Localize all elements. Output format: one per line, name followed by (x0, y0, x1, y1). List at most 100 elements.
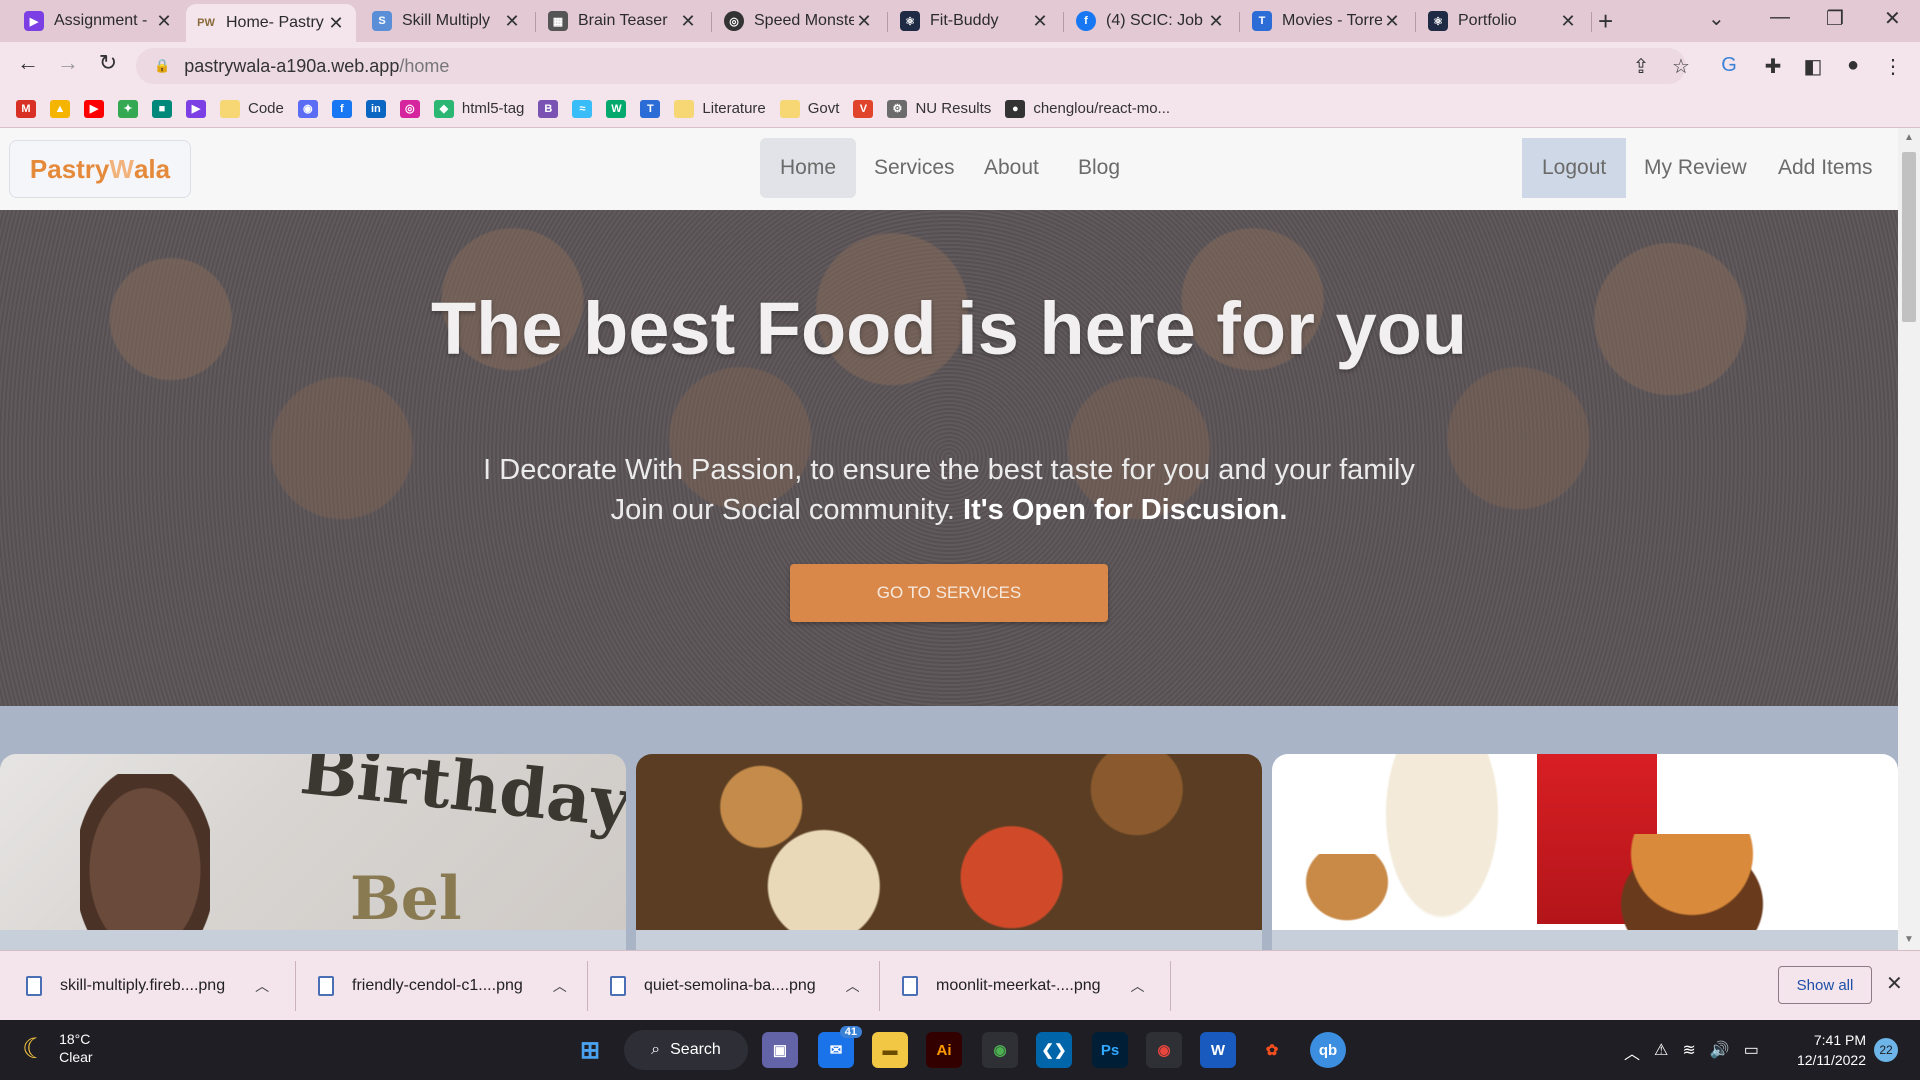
nav-home[interactable]: Home (760, 138, 857, 198)
wifi-icon[interactable]: ≋ (1682, 1040, 1695, 1064)
clock[interactable]: 7:41 PM 12/11/2022 (1776, 1030, 1866, 1070)
battery-icon[interactable]: ▭ (1744, 1040, 1759, 1064)
bookmark-item[interactable]: ◎ (399, 99, 420, 118)
address-bar[interactable]: 🔒 pastrywala-a190a.web.app/home (136, 48, 1686, 84)
page-scrollbar[interactable]: ▲ ▼ (1898, 128, 1920, 950)
update-alert-icon[interactable]: ⚠ (1654, 1040, 1668, 1064)
bookmark-item[interactable]: f (331, 99, 352, 118)
fast-food-card[interactable] (1272, 754, 1898, 950)
notification-badge[interactable]: 22 (1874, 1038, 1898, 1062)
vscode-icon[interactable]: ❮❯ (1036, 1032, 1072, 1068)
weather-widget[interactable]: ☾ 18°C Clear (22, 1030, 93, 1066)
bookmark-item[interactable]: ▶ (186, 99, 206, 118)
word-icon[interactable]: W (1200, 1032, 1236, 1068)
photoshop-icon[interactable]: Ps (1092, 1032, 1128, 1068)
tab-movies[interactable]: T Movies - Torre ✕ (1242, 4, 1412, 38)
download-item[interactable]: skill-multiply.fireb....png ︿ (26, 951, 269, 1021)
bookmark-item[interactable]: ◆ html5-tag (433, 99, 524, 118)
chevron-up-icon[interactable]: ︿ (255, 976, 269, 996)
brand-logo[interactable]: Pastry Wala (9, 140, 191, 198)
scroll-thumb[interactable] (1902, 152, 1916, 322)
bookmark-item[interactable]: V (853, 99, 874, 118)
share-icon[interactable]: ⇪ (1628, 54, 1654, 79)
window-close-icon[interactable]: ✕ (1884, 6, 1901, 31)
close-icon[interactable]: ✕ (678, 11, 698, 32)
chevron-up-icon[interactable]: ︿ (1131, 976, 1145, 996)
volume-icon[interactable]: 🔊 (1710, 1040, 1730, 1064)
download-item[interactable]: moonlit-meerkat-....png ︿ (902, 951, 1145, 1021)
nav-services[interactable]: Services (854, 138, 975, 198)
forward-icon[interactable]: → (52, 50, 84, 76)
bookmark-item[interactable]: ● chenglou/react-mo... (1005, 99, 1170, 118)
bookmark-item[interactable]: B (538, 99, 559, 118)
translate-icon[interactable]: G (1716, 54, 1742, 77)
side-panel-icon[interactable]: ◧ (1800, 54, 1826, 79)
bookmark-item[interactable]: ≈ (572, 99, 593, 118)
tab-speed-monster[interactable]: ◎ Speed Monste ✕ (714, 4, 884, 38)
lock-icon[interactable]: 🔒 (154, 58, 170, 74)
bookmark-item[interactable]: Code (220, 99, 284, 118)
download-item[interactable]: quiet-semolina-ba....png ︿ (610, 951, 860, 1021)
bookmark-item[interactable]: ⚙ NU Results (887, 99, 991, 118)
bookmark-item[interactable]: W (606, 99, 627, 118)
file-explorer-icon[interactable]: ▬ (872, 1032, 908, 1068)
close-icon[interactable]: ✕ (1382, 11, 1402, 32)
food-platter-card[interactable] (636, 754, 1262, 950)
close-icon[interactable]: ✕ (154, 11, 174, 32)
tab-scic-job[interactable]: f (4) SCIC: Job H ✕ (1066, 4, 1236, 38)
bookmark-item[interactable]: ▲ (50, 99, 70, 118)
bookmark-item[interactable]: ✦ (118, 99, 138, 118)
close-icon[interactable]: ✕ (502, 11, 522, 32)
tab-fit-buddy[interactable]: ⚛ Fit-Buddy ✕ (890, 4, 1060, 38)
restore-icon[interactable]: ❐ (1826, 6, 1844, 31)
bookmark-item[interactable]: Govt (779, 99, 839, 118)
nav-logout[interactable]: Logout (1522, 138, 1627, 198)
show-all-button[interactable]: Show all (1778, 966, 1872, 1004)
close-icon[interactable]: ✕ (854, 11, 874, 32)
tab-brain-teaser[interactable]: ▦ Brain Teaser ✕ (538, 4, 708, 38)
tab-home-pastry[interactable]: PW Home- Pastry ✕ (186, 4, 356, 42)
close-icon[interactable]: ✕ (1030, 11, 1050, 32)
qbittorrent-icon[interactable]: qb (1310, 1032, 1346, 1068)
chevron-up-icon[interactable]: ︿ (553, 976, 567, 996)
bookmark-star-icon[interactable]: ☆ (1668, 54, 1694, 79)
birthday-cake-card[interactable]: Birthday Bel (0, 754, 626, 950)
tab-skill-multiply[interactable]: S Skill Multiply ✕ (362, 4, 532, 38)
nav-my-review[interactable]: My Review (1624, 138, 1767, 198)
back-icon[interactable]: ← (12, 50, 44, 76)
taskbar-search[interactable]: ⌕ Search (624, 1030, 748, 1070)
chrome-icon[interactable]: ◉ (982, 1032, 1018, 1068)
reload-icon[interactable]: ↻ (92, 50, 124, 76)
bookmark-item[interactable]: Literature (674, 99, 766, 118)
start-icon[interactable]: ⊞ (572, 1032, 608, 1068)
bookmark-item[interactable]: ■ (152, 99, 172, 118)
nav-about[interactable]: About (964, 138, 1059, 198)
illustrator-icon[interactable]: Ai (926, 1032, 962, 1068)
bookmark-item[interactable]: T (640, 99, 661, 118)
teams-icon[interactable]: ▣ (762, 1032, 798, 1068)
close-icon[interactable]: ✕ (1206, 11, 1226, 32)
figma-icon[interactable]: ✿ (1254, 1032, 1290, 1068)
minimize-icon[interactable]: — (1770, 6, 1790, 29)
close-icon[interactable]: ✕ (1558, 11, 1578, 32)
close-icon[interactable]: ✕ (326, 13, 346, 34)
chrome-profile-icon[interactable]: ◉ (1146, 1032, 1182, 1068)
bookmark-item[interactable]: ▶ (84, 99, 104, 118)
tab-assignment[interactable]: ▶ Assignment - ✕ (14, 4, 184, 38)
nav-blog[interactable]: Blog (1058, 138, 1140, 198)
chevron-up-icon[interactable]: ︿ (1624, 1040, 1640, 1064)
bookmark-item[interactable]: in (365, 99, 386, 118)
close-shelf-icon[interactable]: ✕ (1886, 971, 1903, 996)
more-menu-icon[interactable]: ⋮ (1880, 54, 1906, 79)
download-item[interactable]: friendly-cendol-c1....png ︿ (318, 951, 567, 1021)
tab-search-chevron-icon[interactable]: ⌄ (1708, 6, 1725, 31)
scroll-down-icon[interactable]: ▼ (1898, 934, 1920, 945)
nav-add-items[interactable]: Add Items (1758, 138, 1893, 198)
chevron-up-icon[interactable]: ︿ (846, 976, 860, 996)
new-tab-icon[interactable]: + (1598, 6, 1613, 37)
go-to-services-button[interactable]: GO TO SERVICES (790, 564, 1108, 622)
tab-portfolio[interactable]: ⚛ Portfolio ✕ (1418, 4, 1588, 38)
profile-avatar-icon[interactable]: ● (1840, 54, 1866, 77)
bookmark-item[interactable]: M (16, 99, 36, 118)
scroll-up-icon[interactable]: ▲ (1898, 132, 1920, 143)
